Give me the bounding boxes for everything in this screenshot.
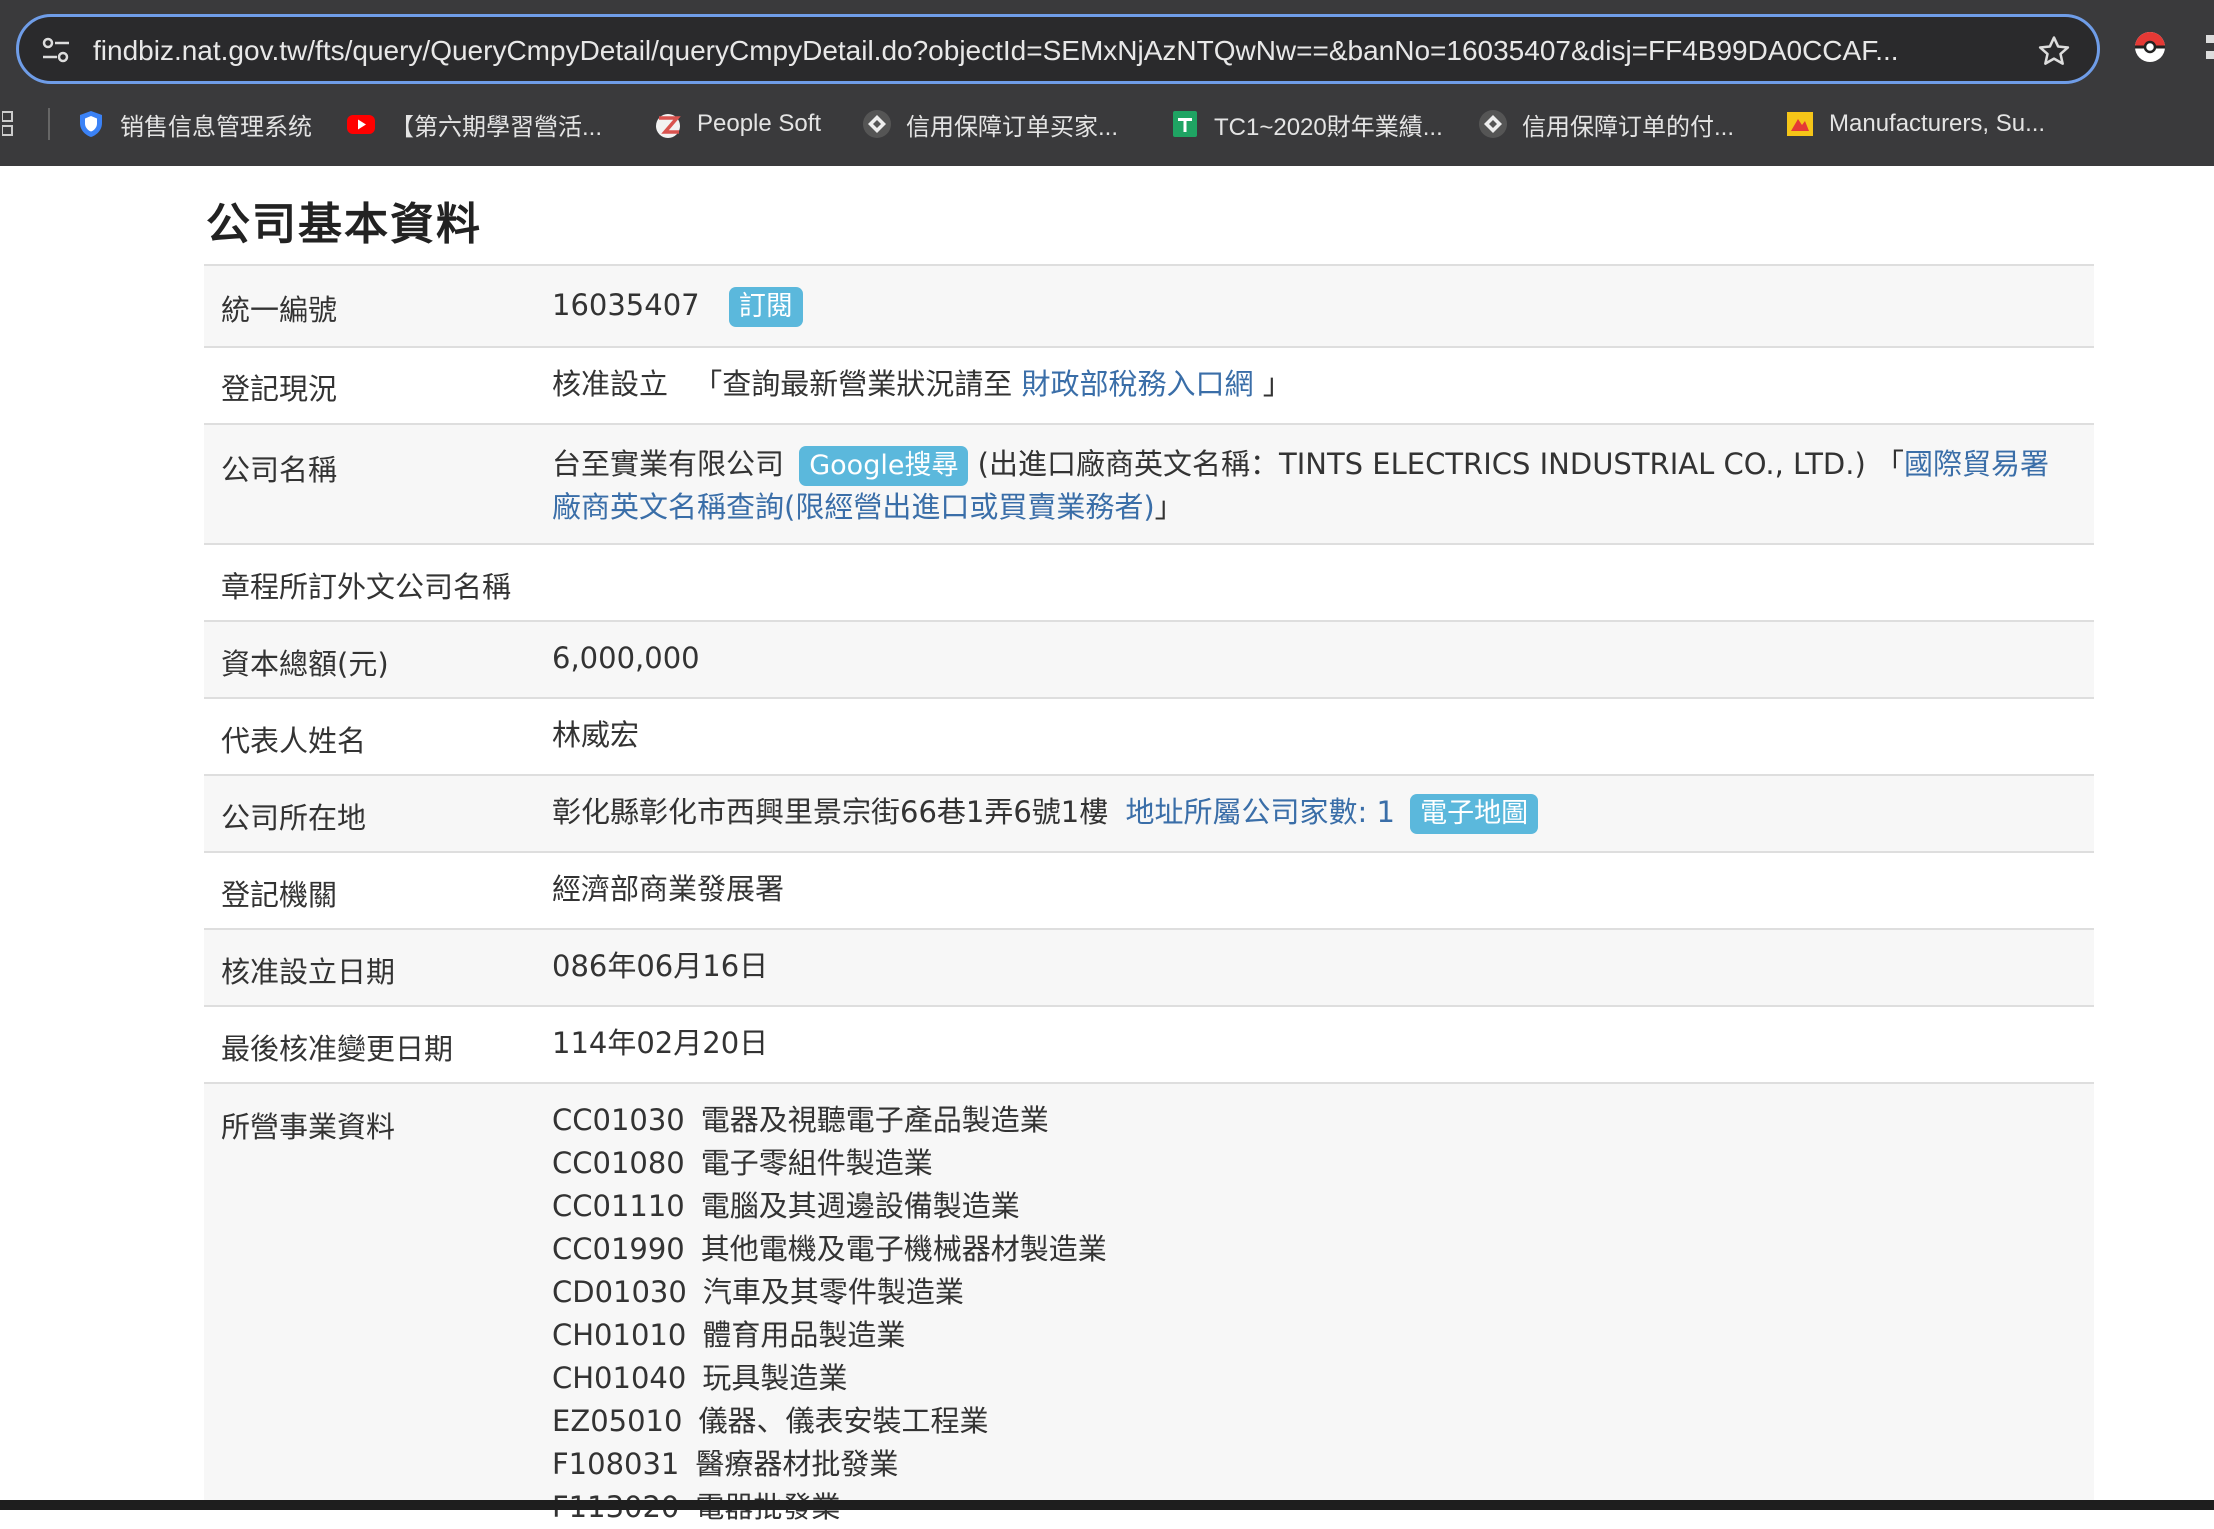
row-name: 公司名稱 台至實業有限公司 Google搜尋 (出進口廠商英文名稱：TINTS …	[204, 425, 2094, 545]
row-business: 所營事業資料 CC01030 電器及視聽電子產品製造業 CC01080 電子零組件製…	[204, 1084, 2094, 1524]
row-address: 公司所在地 彰化縣彰化市西興里景宗街66巷1弄6號1樓 地址所屬公司家數: 1 …	[204, 776, 2094, 853]
business-item: CD01030 汽車及其零件製造業	[552, 1275, 964, 1309]
diamond-icon	[1479, 110, 1507, 138]
business-item: CC01110 電腦及其週邊設備製造業	[552, 1189, 1020, 1223]
value-ban: 16035407 訂閱	[552, 284, 2074, 327]
label-approve-date: 核准設立日期	[221, 955, 396, 989]
label-address: 公司所在地	[221, 801, 367, 835]
apps-grid-icon[interactable]	[2, 110, 16, 138]
value-authority: 經濟部商業發展署	[552, 872, 785, 906]
tax-portal-link[interactable]: 財政部稅務入口網	[1021, 367, 1253, 401]
pokeball-extension-icon[interactable]	[2133, 30, 2167, 64]
label-ban: 統一編號	[221, 293, 338, 327]
row-approve-date: 核准設立日期 086年06月16日	[204, 930, 2094, 1007]
value-name: 台至實業有限公司 Google搜尋 (出進口廠商英文名稱：TINTS ELECT…	[552, 443, 2074, 529]
bookmark-separator	[48, 108, 50, 140]
value-address: 彰化縣彰化市西興里景宗街66巷1弄6號1樓 地址所屬公司家數: 1 電子地圖	[552, 791, 2074, 834]
company-name: 台至實業有限公司	[552, 447, 785, 481]
label-name: 公司名稱	[221, 453, 338, 487]
page-title: 公司基本資料	[206, 199, 482, 250]
status-text: 核准設立	[552, 367, 669, 401]
label-status: 登記現況	[221, 372, 338, 406]
row-rep: 代表人姓名 林威宏	[204, 699, 2094, 776]
peoplesoft-icon	[656, 114, 681, 138]
youtube-icon	[347, 115, 375, 134]
url-text[interactable]: findbiz.nat.gov.tw/fts/query/QueryCmpyDe…	[93, 34, 2003, 68]
business-item: CH01010 體育用品製造業	[552, 1318, 906, 1352]
business-item: CH01040 玩具製造業	[552, 1361, 848, 1395]
row-authority: 登記機關 經濟部商業發展署	[204, 853, 2094, 930]
value-change-date: 114年02月20日	[552, 1026, 769, 1060]
row-capital: 資本總額(元) 6,000,000	[204, 622, 2094, 699]
bookmark-5[interactable]: 信用保障订单的付...	[1478, 106, 1734, 142]
label-business: 所營事業資料	[221, 1110, 396, 1144]
value-rep: 林威宏	[552, 718, 640, 752]
label-foreign-name: 章程所訂外文公司名稱	[221, 570, 512, 604]
business-item: EZ05010 儀器、儀表安裝工程業	[552, 1404, 989, 1438]
status-post-text: 」	[1262, 367, 1292, 401]
row-foreign-name: 章程所訂外文公司名稱	[204, 545, 2094, 622]
shield-icon	[80, 111, 102, 137]
bookmark-3[interactable]: 信用保障订单买家...	[862, 106, 1118, 142]
google-search-button[interactable]: Google搜尋	[799, 446, 969, 486]
company-info-table: 統一編號 16035407 訂閱 登記現況 核准設立 「查詢最新營業狀況請至 財…	[204, 264, 2094, 1524]
label-change-date: 最後核准變更日期	[221, 1032, 454, 1066]
value-status: 核准設立 「查詢最新營業狀況請至 財政部稅務入口網 」	[552, 363, 2074, 406]
browser-chrome: findbiz.nat.gov.tw/fts/query/QueryCmpyDe…	[0, 0, 2214, 166]
map-button[interactable]: 電子地圖	[1410, 794, 1539, 834]
bookmark-0[interactable]: 销售信息管理系统	[76, 106, 312, 142]
sheets-icon	[1173, 111, 1197, 137]
business-list: CC01030 電器及視聽電子產品製造業 CC01080 電子零組件製造業 CC01…	[552, 1099, 2074, 1529]
bookmark-4[interactable]: TC1~2020財年業績...	[1170, 106, 1443, 142]
address-text: 彰化縣彰化市西興里景宗街66巷1弄6號1樓	[552, 795, 1109, 829]
menu-edge-icon[interactable]	[2206, 33, 2214, 63]
label-authority: 登記機關	[221, 878, 338, 912]
diamond-icon	[863, 110, 891, 138]
name-post-text: 」	[1154, 490, 1184, 524]
bookmark-2[interactable]: People Soft	[653, 106, 821, 142]
subscribe-button[interactable]: 訂閱	[728, 287, 803, 327]
business-item: CC01080 電子零組件製造業	[552, 1146, 933, 1180]
business-item: CC01030 電器及視聽電子產品製造業	[552, 1103, 1049, 1137]
row-ban: 統一編號 16035407 訂閱	[204, 266, 2094, 348]
bookmark-star-icon[interactable]	[2037, 34, 2071, 68]
business-item: F108031 醫療器材批發業	[552, 1447, 899, 1481]
manufacturer-icon	[1787, 112, 1813, 136]
label-capital: 資本總額(元)	[221, 647, 389, 681]
status-pre-text: 「查詢最新營業狀況請至	[693, 367, 1022, 401]
ban-number: 16035407	[552, 288, 700, 322]
site-settings-icon[interactable]	[41, 36, 71, 64]
address-companies-link[interactable]: 地址所屬公司家數: 1	[1125, 795, 1394, 829]
row-change-date: 最後核准變更日期 114年02月20日	[204, 1007, 2094, 1084]
value-approve-date: 086年06月16日	[552, 949, 769, 983]
window-bottom-edge	[0, 1500, 2214, 1510]
address-bar[interactable]: findbiz.nat.gov.tw/fts/query/QueryCmpyDe…	[16, 14, 2100, 84]
bookmark-1[interactable]: 【第六期學習營活...	[346, 106, 602, 142]
label-rep: 代表人姓名	[221, 724, 367, 758]
business-item: CC01990 其他電機及電子機械器材製造業	[552, 1232, 1107, 1266]
bookmark-6[interactable]: Manufacturers, Su...	[1785, 106, 2045, 142]
value-capital: 6,000,000	[552, 641, 700, 675]
row-status: 登記現況 核准設立 「查詢最新營業狀況請至 財政部稅務入口網 」	[204, 348, 2094, 425]
english-name-text: (出進口廠商英文名稱：TINTS ELECTRICS INDUSTRIAL CO…	[977, 447, 1904, 481]
